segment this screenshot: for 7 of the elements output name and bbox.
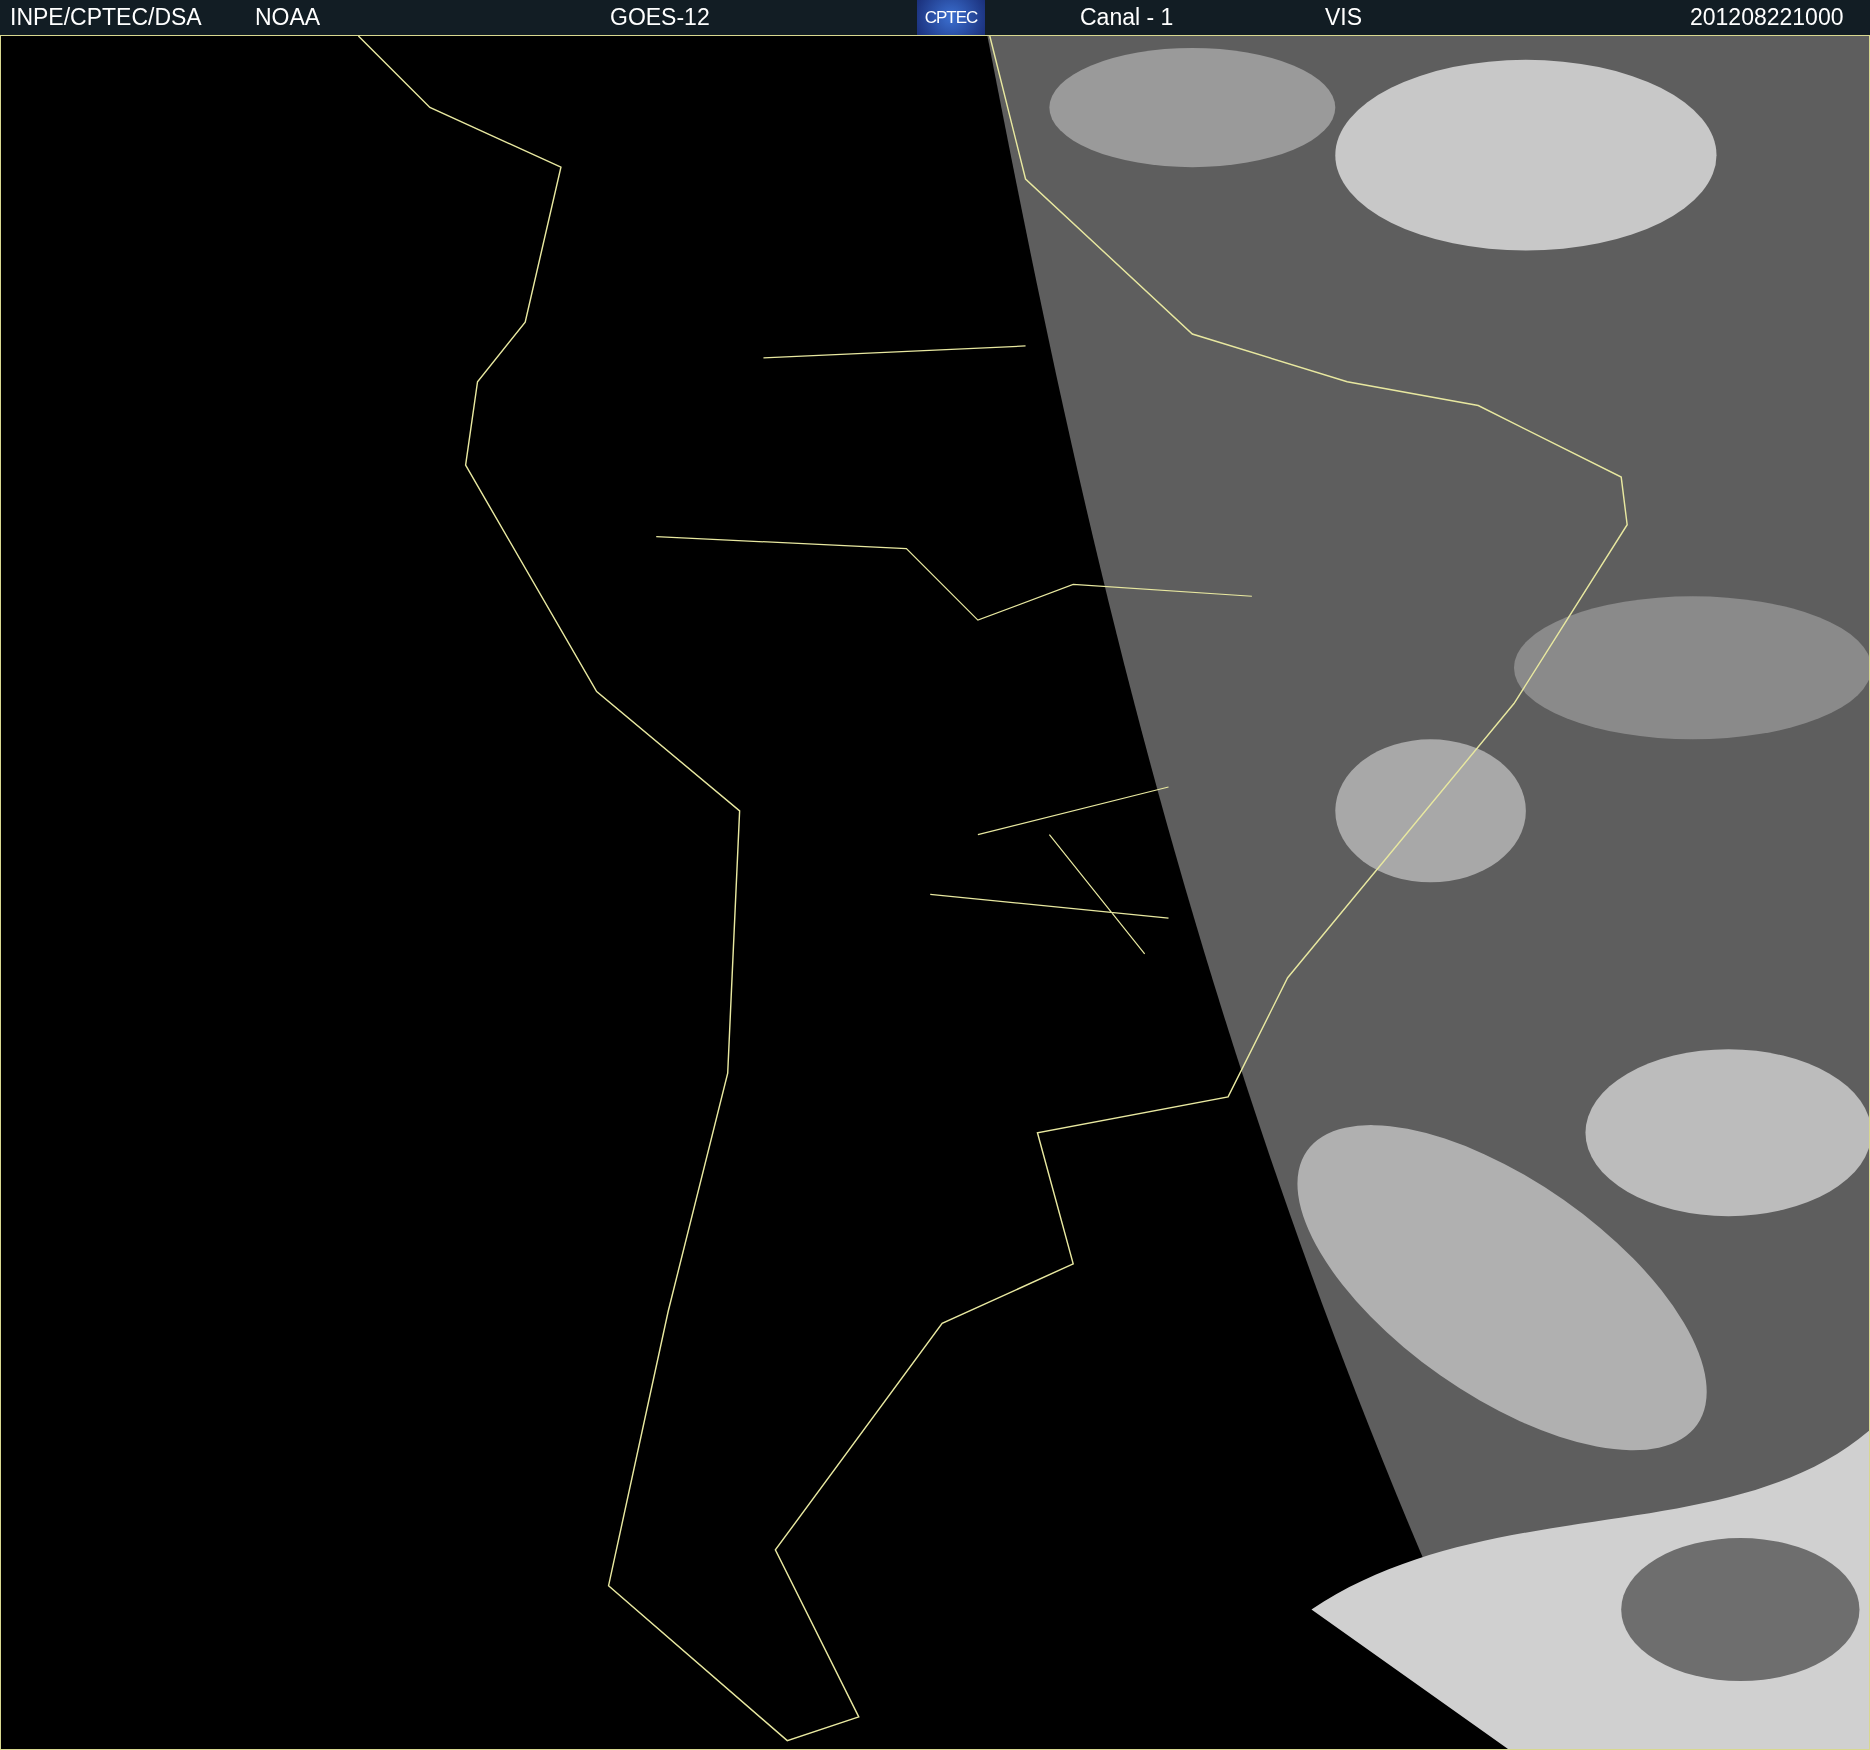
timestamp-label: 201208221000	[1690, 4, 1845, 31]
channel-label: Canal - 1	[1079, 4, 1175, 31]
satellite-label: GOES-12	[610, 4, 711, 31]
band-label: VIS	[1324, 4, 1364, 31]
agency-label: NOAA	[255, 4, 322, 31]
source-label: INPE/CPTEC/DSA	[9, 4, 203, 31]
logo: CPTEC	[917, 0, 985, 35]
